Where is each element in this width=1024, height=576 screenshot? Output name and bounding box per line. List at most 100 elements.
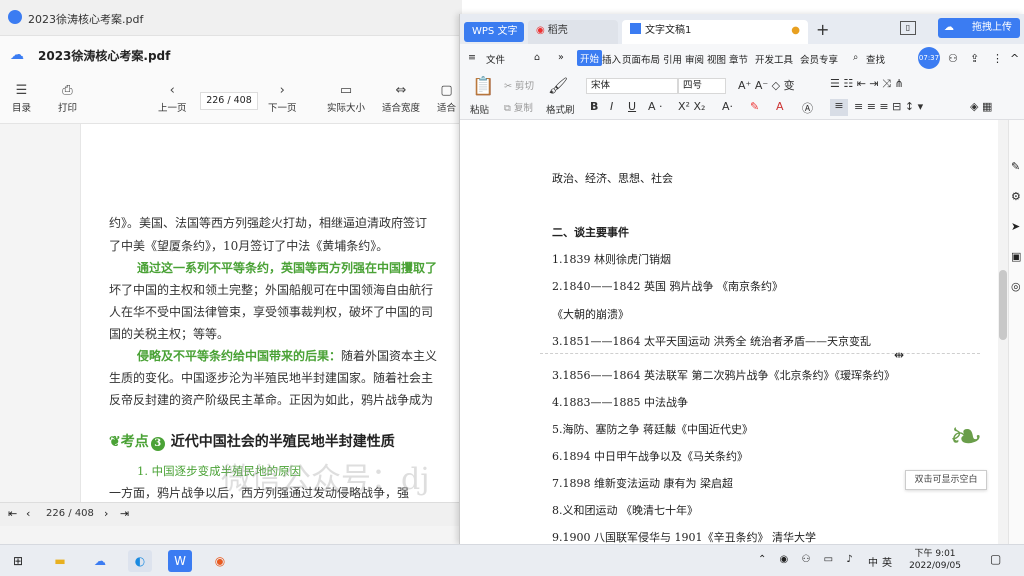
tray-icons[interactable]: ⌃ ◉ ⚇ ▭ ♪ [758,554,858,565]
copy-button[interactable]: ⧉ 复制 [504,100,533,114]
settings-icon[interactable]: ⚙ [1011,190,1021,203]
first-page-icon[interactable]: ⇤ [8,507,17,520]
font-size-select[interactable]: 四号 [678,78,726,94]
menu-view[interactable]: 视图 [707,52,726,66]
pdf-line: 坏了中国的主权和领土完整；外国船舰可在中国领海自由航行 [109,283,434,297]
collapse-icon[interactable]: ^ [1010,52,1019,65]
more-icon[interactable]: » [558,52,564,63]
baidu-netdisk-icon[interactable]: ☁ [88,550,112,572]
firefox-icon[interactable]: ◉ [208,550,232,572]
browser-icon[interactable]: ◐ [128,550,152,572]
app-logo-icon [8,10,22,24]
menu-review[interactable]: 审阅 [685,52,704,66]
print-button[interactable]: ⎙ 打印 [58,82,77,114]
pdf-mixed-line: 侵略及不平等条约给中国带来的后果：随着外国资本主义 [137,349,438,363]
menu-reference[interactable]: 引用 [663,52,682,66]
strikethrough-icon[interactable]: A · [648,100,663,113]
char-border-icon[interactable]: Ⓐ [802,100,813,116]
pen-icon[interactable]: ✎ [1011,160,1020,173]
menu-member[interactable]: 会员专享 [800,52,838,66]
ime-mode[interactable]: 英 [882,554,892,569]
font-grow-icon[interactable]: A⁺ A⁻ ◇ 变 [738,77,795,93]
tab-daoke[interactable]: ◉ 稻壳 [528,20,618,44]
cut-button[interactable]: ✂ 剪切 [504,78,534,92]
menu-devtools[interactable]: 开发工具 [755,52,793,66]
align-left-icon[interactable]: ≡ [830,99,848,116]
search-label[interactable]: 查找 [866,52,885,66]
shading-icon[interactable]: ◈ ▦ [970,100,992,113]
pointer-icon[interactable]: ➤ [1011,220,1020,233]
image-icon[interactable]: ▣ [1011,250,1021,263]
scroll-thumb[interactable] [999,270,1007,340]
underline-button[interactable]: U [628,100,636,113]
share-user-icon[interactable]: ⚇ [948,52,958,65]
fit-page-button[interactable]: ▢ 适合 [437,82,456,114]
pdf-tab-title[interactable]: 2023徐涛核心考案.pdf [28,11,143,27]
help-icon[interactable]: ◎ [1011,280,1021,293]
menu-start[interactable]: 开始 [577,50,603,66]
wps-ribbon: 📋 粘贴 ✂ 剪切 ⧉ 复制 🖌 格式刷 宋体 四号 A⁺ A⁻ ◇ 变 B I… [460,74,1024,120]
start-icon[interactable]: ⊞ [6,550,30,572]
text-effect-icon[interactable]: A· [722,100,733,113]
chevron-left-icon: ‹ [169,83,175,98]
wps-taskbar-icon[interactable]: W [168,550,192,572]
prev-page-icon[interactable]: ‹ [26,507,30,520]
format-painter-icon[interactable]: 🖌 [548,76,568,95]
more-options-icon[interactable]: ⋮ [992,52,1003,65]
menu-insert[interactable]: 插入 [602,52,621,66]
menu-file[interactable]: 文件 [486,52,505,66]
window-layout-icon[interactable]: ▯ [900,21,916,35]
page-number-input[interactable]: 226 / 408 [200,92,258,110]
new-tab-button[interactable]: + [816,20,829,39]
bold-button[interactable]: B [590,100,598,113]
doc-icon [630,23,641,34]
clock[interactable]: 下午 9:01 2022/09/05 [905,548,965,572]
menu-layout[interactable]: 页面布局 [622,52,660,66]
toc-button[interactable]: ☰ 目录 [12,82,31,114]
format-painter-button[interactable]: 格式刷 [546,102,575,116]
doc-line: 政治、经济、思想、社会 [552,172,673,185]
watermark: 微信公众号：dj [221,462,430,497]
drag-upload-button[interactable]: ☁ 拖拽上传 [938,18,1020,38]
avatar[interactable]: 07:37 [918,47,940,69]
doc-heading: 二、谈主要事件 [552,226,629,239]
tooltip: 双击可显示空白 [905,470,987,490]
tab-wps[interactable]: WPS 文字 [464,22,524,42]
pdf-line: 了中美《望厦条约》，10月签订了中法《黄埔条约》。 [109,239,389,253]
paste-button[interactable]: 粘贴 [470,102,489,116]
search-icon[interactable]: ⌕ [853,52,858,63]
vertical-scrollbar[interactable] [998,120,1008,544]
italic-button[interactable]: I [610,100,613,113]
leaf-mascot-icon[interactable]: ❧ [938,402,994,472]
pdf-toolbar: ☰ 目录 ⎙ 打印 ‹ 上一页 226 / 408 › 下一页 ▭ 实际大小 ⇔ 适合宽度 … [0,74,462,124]
notification-icon[interactable]: ▢ [990,552,1001,566]
prev-page-button[interactable]: ‹ 上一页 [158,82,187,114]
fit-page-icon: ▢ [440,83,453,98]
doc-line: 6.1894 中日甲午战争以及《马关条约》 [552,450,748,463]
cutoff-line: —·—— ——·———— [552,120,662,125]
fit-width-button[interactable]: ⇔ 适合宽度 [382,82,420,114]
document-area[interactable]: —·—— ——·———— 政治、经济、思想、社会 二、谈主要事件 1.1839 … [460,120,998,544]
doc-line: 2.1840——1842 英国 鸦片战争 《南京条约》 [552,280,783,293]
page-indicator: 226 / 408 [46,508,94,519]
file-explorer-icon[interactable]: ▬ [48,550,72,572]
home-icon[interactable]: ⌂ [534,52,540,63]
superscript-icon[interactable]: X² X₂ [678,100,705,113]
hamburger-icon[interactable]: ≡ [468,52,476,63]
menu-chapter[interactable]: 章节 [729,52,748,66]
actual-size-button[interactable]: ▭ 实际大小 [327,82,365,114]
list-icons[interactable]: ☰ ☷ ⇤ ⇥ ⤨ ⋔ [830,77,904,91]
tab-document[interactable]: 文字文稿1 ● [622,20,808,44]
ime-indicator[interactable]: 中 [868,554,878,569]
next-page-icon[interactable]: › [104,507,108,520]
font-color-icon[interactable]: A [776,100,784,113]
align-icons[interactable]: ≡ ≡ ≡ ⊟ ↕ ▾ [854,100,923,113]
doc-line: 《大朝的崩溃》 [552,308,629,321]
last-page-icon[interactable]: ⇥ [120,507,129,520]
font-family-select[interactable]: 宋体 [586,78,678,94]
highlight-icon[interactable]: ✎ [750,100,759,113]
pdf-title-bar: ☁ 2023徐涛核心考案.pdf [0,36,462,74]
paste-icon[interactable]: 📋 [472,76,494,97]
next-page-button[interactable]: › 下一页 [268,82,297,114]
share-icon[interactable]: ⇪ [970,52,979,65]
